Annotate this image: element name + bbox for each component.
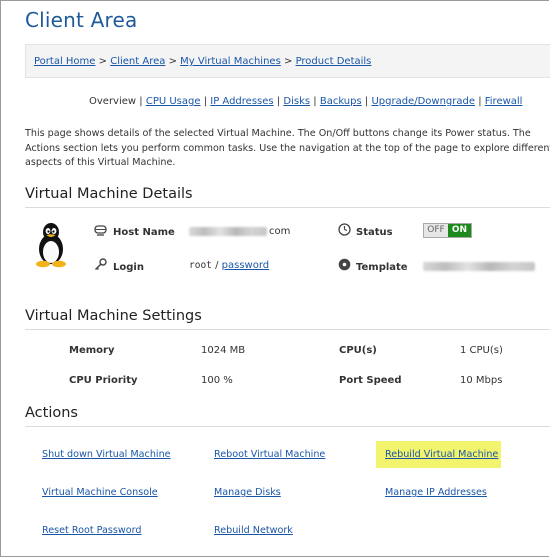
breadcrumb-separator: > (168, 56, 177, 67)
breadcrumb-client-area[interactable]: Client Area (110, 56, 165, 67)
tab-firewall[interactable]: Firewall (485, 96, 523, 107)
breadcrumb-separator: > (98, 56, 108, 67)
tab-cpu-usage[interactable]: CPU Usage (146, 96, 201, 107)
cpu-priority-value: 100 % (201, 375, 233, 386)
tab-separator: | (364, 96, 369, 107)
host-name-suffix: com (269, 226, 291, 237)
host-name-redacted (189, 227, 267, 236)
clock-icon (338, 223, 351, 236)
login-separator: / (215, 260, 219, 271)
cpus-label: CPU(s) (339, 345, 377, 356)
disc-icon (338, 258, 351, 271)
actions-heading: Actions (25, 405, 78, 421)
linux-tux-icon (36, 223, 66, 268)
breadcrumb: Portal Home > Client Area > My Virtual M… (25, 44, 550, 78)
status-label: Status (356, 227, 393, 238)
manage-disks-link[interactable]: Manage Disks (214, 487, 281, 498)
power-off-button[interactable]: OFF (424, 224, 448, 237)
page-title: Client Area (25, 8, 138, 32)
section-divider (25, 329, 550, 330)
tab-separator: | (276, 96, 281, 107)
tab-separator: | (478, 96, 482, 107)
power-toggle: OFF ON (423, 223, 472, 238)
tab-upgrade-downgrade[interactable]: Upgrade/Downgrade (371, 96, 475, 107)
tab-separator: | (203, 96, 208, 107)
key-icon (94, 258, 107, 271)
breadcrumb-separator: > (283, 56, 293, 67)
login-label: Login (113, 262, 144, 273)
tab-disks[interactable]: Disks (283, 96, 310, 107)
memory-value: 1024 MB (201, 345, 246, 356)
tab-overview[interactable]: Overview (89, 96, 136, 107)
breadcrumb-my-virtual-machines[interactable]: My Virtual Machines (180, 56, 281, 67)
manage-ip-addresses-link[interactable]: Manage IP Addresses (385, 487, 487, 498)
reset-root-password-link[interactable]: Reset Root Password (42, 525, 141, 536)
tab-bar: Overview | CPU Usage | IP Addresses | Di… (89, 96, 522, 107)
reboot-vm-link[interactable]: Reboot Virtual Machine (214, 449, 325, 460)
section-divider (25, 426, 550, 427)
vm-console-link[interactable]: Virtual Machine Console (42, 487, 158, 498)
details-heading: Virtual Machine Details (25, 186, 193, 202)
tab-backups[interactable]: Backups (320, 96, 362, 107)
cpus-value: 1 CPU(s) (460, 345, 503, 356)
window-frame (0, 0, 549, 557)
page-description: This page shows details of the selected … (25, 128, 550, 168)
show-password-link[interactable]: password (222, 260, 269, 271)
cpu-priority-label: CPU Priority (69, 375, 138, 386)
tab-separator: | (139, 96, 143, 107)
memory-label: Memory (69, 345, 115, 356)
power-on-button[interactable]: ON (448, 224, 471, 237)
section-divider (25, 207, 550, 208)
rebuild-network-link[interactable]: Rebuild Network (214, 525, 293, 536)
shutdown-vm-link[interactable]: Shut down Virtual Machine (42, 449, 171, 460)
port-speed-value: 10 Mbps (460, 375, 503, 386)
host-name-label: Host Name (113, 227, 175, 238)
rebuild-vm-link[interactable]: Rebuild Virtual Machine (385, 449, 498, 460)
host-icon (94, 225, 107, 236)
login-user: root (189, 260, 212, 271)
template-redacted (423, 262, 535, 271)
breadcrumb-portal-home[interactable]: Portal Home (34, 56, 95, 67)
tab-ip-addresses[interactable]: IP Addresses (210, 96, 273, 107)
port-speed-label: Port Speed (339, 375, 402, 386)
breadcrumb-product-details[interactable]: Product Details (296, 56, 372, 67)
tab-separator: | (313, 96, 317, 107)
settings-heading: Virtual Machine Settings (25, 308, 202, 324)
template-label: Template (356, 262, 408, 273)
